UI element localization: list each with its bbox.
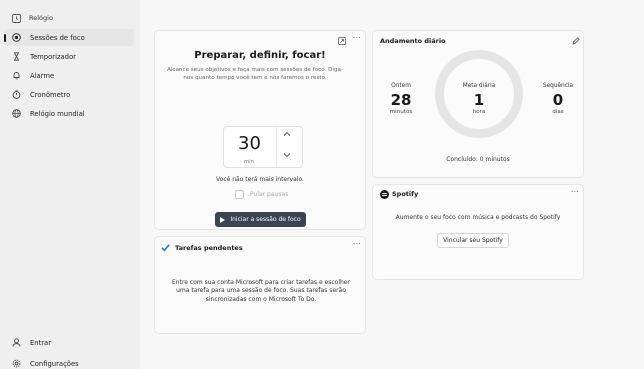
sidebar-item-label: Sessões de foco <box>30 33 85 42</box>
todo-check-icon <box>161 243 170 252</box>
sidebar: Relógio Sessões de foco Temporizador Ala… <box>0 0 140 369</box>
yesterday-label: Ontem <box>391 83 411 89</box>
main-content: ··· Preparar, definir, focar! Alcance se… <box>140 0 644 369</box>
streak-value: 0 <box>552 91 564 109</box>
spotify-icon <box>380 190 389 199</box>
start-button-label: Iniciar a sessão de foco <box>230 216 301 223</box>
minutes-unit: min <box>244 159 254 165</box>
more-options-button[interactable]: ··· <box>353 34 361 42</box>
start-focus-session-button[interactable]: Iniciar a sessão de foco <box>215 212 306 227</box>
globe-icon <box>12 109 21 118</box>
sidebar-item-label: Temporizador <box>30 52 76 61</box>
tasks-title: Tarefas pendentes <box>175 244 243 252</box>
clock-app-icon <box>12 13 21 23</box>
sidebar-item-focus-sessions[interactable]: Sessões de foco <box>4 29 134 46</box>
break-note: Você não terá mais intervalo. <box>216 176 304 183</box>
tasks-body: Entre com sua conta Microsoft para criar… <box>172 279 350 303</box>
tasks-card: Tarefas pendentes ··· Entre com sua cont… <box>154 236 366 334</box>
skip-breaks-label: Pular pausas <box>250 191 289 198</box>
yesterday-stat: Ontem 28 minutos <box>381 83 421 115</box>
minutes-value: 30 <box>238 133 261 154</box>
chevron-down-icon[interactable] <box>283 152 291 160</box>
sidebar-item-alarm[interactable]: Alarme <box>4 67 134 84</box>
bell-icon <box>12 71 21 80</box>
tasks-more-options-button[interactable]: ··· <box>353 240 361 248</box>
sidebar-item-world-clock[interactable]: Relógio mundial <box>4 105 134 122</box>
person-icon <box>12 338 21 347</box>
daily-goal-label: Meta diária <box>462 83 496 89</box>
focus-icon <box>12 33 21 42</box>
app-title: Relógio <box>29 14 53 22</box>
link-spotify-button[interactable]: Vincular seu Spotify <box>437 233 509 248</box>
stepper-divider <box>276 127 277 167</box>
focus-session-card: ··· Preparar, definir, focar! Alcance se… <box>154 30 366 230</box>
progress-title: Andamento diário <box>380 37 446 45</box>
sidebar-item-timer[interactable]: Temporizador <box>4 48 134 65</box>
chevron-up-icon[interactable] <box>283 131 291 139</box>
spotify-more-options-button[interactable]: ··· <box>571 188 579 196</box>
focus-subtitle: Alcance seus objetivos e faça mais com s… <box>167 67 343 81</box>
app-title-bar: Relógio <box>12 11 53 25</box>
daily-goal-unit: hora <box>472 109 486 115</box>
skip-breaks-checkbox[interactable]: Pular pausas <box>235 190 288 199</box>
stopwatch-icon <box>12 90 21 99</box>
spotify-title: Spotify <box>392 190 419 198</box>
checkbox-box[interactable] <box>235 190 244 199</box>
focus-heading: Preparar, definir, focar! <box>194 50 326 61</box>
streak-unit: dias <box>552 109 564 115</box>
sidebar-item-sign-in[interactable]: Entrar <box>4 334 134 351</box>
gear-icon <box>12 359 21 368</box>
sidebar-item-stopwatch[interactable]: Cronômetro <box>4 86 134 103</box>
compact-view-icon[interactable] <box>337 36 346 45</box>
spotify-body: Aumente o seu foco com música e podcasts… <box>395 214 561 221</box>
streak-stat: Sequência 0 dias <box>536 83 580 115</box>
daily-goal-value: 1 <box>473 91 485 109</box>
minutes-stepper[interactable]: 30 min <box>223 126 303 168</box>
spotify-card: Spotify ··· Aumente o seu foco com músic… <box>372 184 584 280</box>
play-icon <box>220 216 226 223</box>
hourglass-icon <box>12 52 21 61</box>
sidebar-item-settings[interactable]: Configurações <box>4 355 134 369</box>
completed-text: Concluído: 0 minutos <box>446 156 510 163</box>
sidebar-item-label: Cronômetro <box>30 90 71 99</box>
sidebar-item-label: Relógio mundial <box>30 109 85 118</box>
edit-pencil-icon[interactable] <box>571 36 580 45</box>
sidebar-item-label: Alarme <box>30 71 55 80</box>
yesterday-unit: minutos <box>389 109 413 115</box>
sidebar-item-label: Configurações <box>30 359 79 368</box>
daily-progress-card: Andamento diário Ontem 28 minutos Meta d… <box>372 30 584 178</box>
yesterday-value: 28 <box>390 91 412 109</box>
sidebar-item-label: Entrar <box>30 338 52 347</box>
daily-goal-stat[interactable]: Meta diária 1 hora <box>449 83 509 115</box>
streak-label: Sequência <box>542 83 574 89</box>
